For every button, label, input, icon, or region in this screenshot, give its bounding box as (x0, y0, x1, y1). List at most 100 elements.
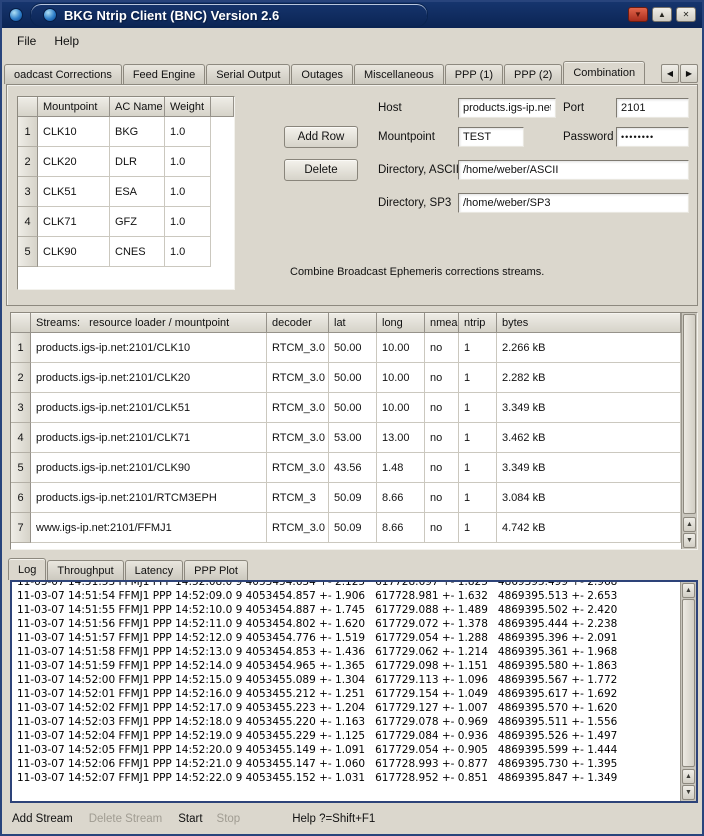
cell-ntrip[interactable]: 1 (459, 363, 497, 393)
cell-ntrip[interactable]: 1 (459, 453, 497, 483)
cell-bytes[interactable]: 3.349 kB (497, 453, 681, 483)
menu-help[interactable]: Help (45, 31, 88, 51)
cell-ntrip[interactable]: 1 (459, 393, 497, 423)
column-header-mountpoint[interactable]: Mountpoint (38, 97, 110, 117)
column-header-weight[interactable]: Weight (165, 97, 211, 117)
tab-feed-engine[interactable]: Feed Engine (123, 64, 205, 84)
cell-nmea[interactable]: no (425, 513, 459, 543)
column-header-lat[interactable]: lat (329, 313, 377, 333)
stream-row[interactable]: 4 products.igs-ip.net:2101/CLK71 RTCM_3.… (11, 423, 681, 453)
cell-nmea[interactable]: no (425, 393, 459, 423)
cell-long[interactable]: 10.00 (377, 333, 425, 363)
cell-bytes[interactable]: 2.266 kB (497, 333, 681, 363)
cell-decoder[interactable]: RTCM_3.0 (267, 363, 329, 393)
tab-ppp-plot[interactable]: PPP Plot (184, 560, 248, 580)
tab-miscellaneous[interactable]: Miscellaneous (354, 64, 444, 84)
mountpoint-input[interactable] (458, 127, 524, 147)
cell-lat[interactable]: 53.00 (329, 423, 377, 453)
delete-button[interactable]: Delete (284, 159, 358, 181)
cell-lat[interactable]: 50.09 (329, 483, 377, 513)
scrollbar-up-button[interactable]: ▲ (683, 517, 696, 532)
cell-stream-mountpoint[interactable]: products.igs-ip.net:2101/CLK10 (31, 333, 267, 363)
cell-long[interactable]: 8.66 (377, 513, 425, 543)
cell-ac-name[interactable]: GFZ (110, 207, 165, 237)
cell-decoder[interactable]: RTCM_3.0 (267, 393, 329, 423)
stream-row[interactable]: 5 products.igs-ip.net:2101/CLK90 RTCM_3.… (11, 453, 681, 483)
minimize-button[interactable]: ▼ (628, 7, 648, 22)
stream-row[interactable]: 1 products.igs-ip.net:2101/CLK10 RTCM_3.… (11, 333, 681, 363)
stop-button[interactable]: Stop (217, 813, 241, 825)
cell-nmea[interactable]: no (425, 423, 459, 453)
start-button[interactable]: Start (178, 813, 202, 825)
window-menu-button[interactable] (7, 6, 25, 24)
cell-lat[interactable]: 50.00 (329, 333, 377, 363)
column-header-ntrip[interactable]: ntrip (459, 313, 497, 333)
cell-ac-name[interactable]: CNES (110, 237, 165, 267)
cell-nmea[interactable]: no (425, 483, 459, 513)
column-header-long[interactable]: long (377, 313, 425, 333)
scrollbar-up-button-bottom[interactable]: ▲ (682, 769, 695, 784)
cell-decoder[interactable]: RTCM_3.0 (267, 513, 329, 543)
combination-row[interactable]: 1 CLK10 BKG 1.0 (18, 117, 234, 147)
stream-row[interactable]: 6 products.igs-ip.net:2101/RTCM3EPH RTCM… (11, 483, 681, 513)
cell-decoder[interactable]: RTCM_3.0 (267, 453, 329, 483)
cell-bytes[interactable]: 3.349 kB (497, 393, 681, 423)
cell-lat[interactable]: 43.56 (329, 453, 377, 483)
host-input[interactable] (458, 98, 556, 118)
cell-mountpoint[interactable]: CLK20 (38, 147, 110, 177)
column-header-streams[interactable]: Streams: resource loader / mountpoint (31, 313, 267, 333)
cell-weight[interactable]: 1.0 (165, 237, 211, 267)
streams-scrollbar[interactable]: ▲ ▼ (681, 313, 697, 549)
cell-bytes[interactable]: 3.462 kB (497, 423, 681, 453)
menu-file[interactable]: File (8, 31, 45, 51)
tab-combination[interactable]: Combination (563, 61, 645, 84)
cell-long[interactable]: 10.00 (377, 363, 425, 393)
cell-mountpoint[interactable]: CLK71 (38, 207, 110, 237)
titlebar[interactable]: BKG Ntrip Client (BNC) Version 2.6 ▼ ▲ ✕ (2, 2, 702, 28)
scrollbar-up-button[interactable]: ▲ (682, 583, 695, 598)
column-header-bytes[interactable]: bytes (497, 313, 681, 333)
cell-ac-name[interactable]: BKG (110, 117, 165, 147)
port-input[interactable] (616, 98, 689, 118)
cell-weight[interactable]: 1.0 (165, 117, 211, 147)
cell-nmea[interactable]: no (425, 363, 459, 393)
tab-scroll-left-button[interactable]: ◀ (661, 64, 679, 83)
cell-ac-name[interactable]: DLR (110, 147, 165, 177)
cell-mountpoint[interactable]: CLK51 (38, 177, 110, 207)
directory-sp3-input[interactable] (458, 193, 689, 213)
tab-serial-output[interactable]: Serial Output (206, 64, 290, 84)
column-header-ac-name[interactable]: AC Name (110, 97, 165, 117)
tab-log[interactable]: Log (8, 558, 46, 580)
cell-nmea[interactable]: no (425, 333, 459, 363)
tab-throughput[interactable]: Throughput (47, 560, 123, 580)
cell-weight[interactable]: 1.0 (165, 177, 211, 207)
combination-row[interactable]: 3 CLK51 ESA 1.0 (18, 177, 234, 207)
scrollbar-down-button[interactable]: ▼ (683, 533, 696, 548)
cell-long[interactable]: 10.00 (377, 393, 425, 423)
combination-row[interactable]: 2 CLK20 DLR 1.0 (18, 147, 234, 177)
tab-scroll-right-button[interactable]: ▶ (680, 64, 698, 83)
tab-ppp-1[interactable]: PPP (1) (445, 64, 503, 84)
cell-long[interactable]: 1.48 (377, 453, 425, 483)
add-stream-button[interactable]: Add Stream (12, 813, 73, 825)
stream-row[interactable]: 3 products.igs-ip.net:2101/CLK51 RTCM_3.… (11, 393, 681, 423)
cell-bytes[interactable]: 2.282 kB (497, 363, 681, 393)
close-button[interactable]: ✕ (676, 7, 696, 22)
cell-long[interactable]: 8.66 (377, 483, 425, 513)
cell-weight[interactable]: 1.0 (165, 207, 211, 237)
password-input[interactable] (616, 127, 689, 147)
tab-ppp-2[interactable]: PPP (2) (504, 64, 562, 84)
log-output[interactable]: 11-03-07 14:51:53 FFMJ1 PPP 14:52:08.0 9… (10, 580, 698, 803)
cell-bytes[interactable]: 4.742 kB (497, 513, 681, 543)
column-header-nmea[interactable]: nmea (425, 313, 459, 333)
cell-ntrip[interactable]: 1 (459, 333, 497, 363)
cell-ac-name[interactable]: ESA (110, 177, 165, 207)
add-row-button[interactable]: Add Row (284, 126, 358, 148)
cell-weight[interactable]: 1.0 (165, 147, 211, 177)
cell-stream-mountpoint[interactable]: www.igs-ip.net:2101/FFMJ1 (31, 513, 267, 543)
cell-long[interactable]: 13.00 (377, 423, 425, 453)
cell-stream-mountpoint[interactable]: products.igs-ip.net:2101/CLK90 (31, 453, 267, 483)
cell-stream-mountpoint[interactable]: products.igs-ip.net:2101/CLK71 (31, 423, 267, 453)
cell-mountpoint[interactable]: CLK90 (38, 237, 110, 267)
cell-decoder[interactable]: RTCM_3 (267, 483, 329, 513)
